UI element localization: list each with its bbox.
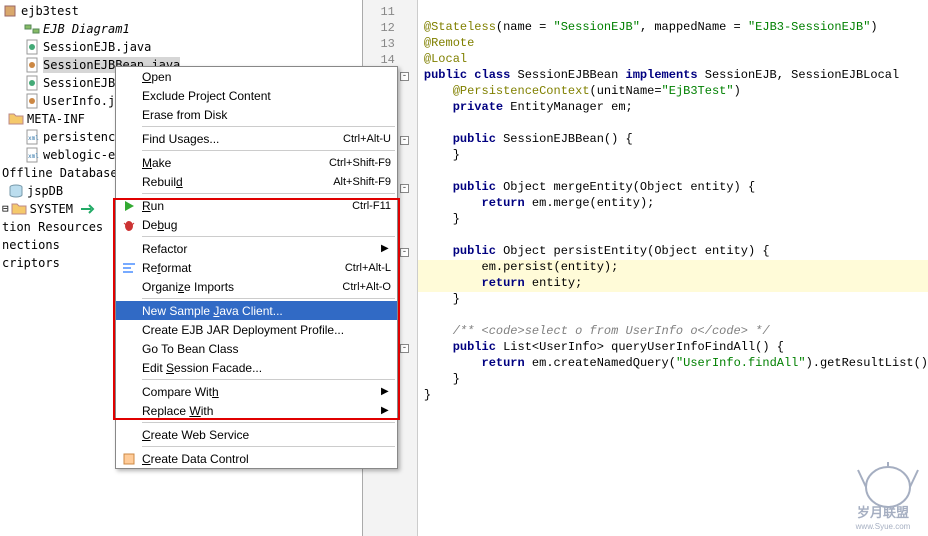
tree-label: EJB Diagram1 [43,21,130,37]
folder-open-icon [11,201,27,217]
menu-create-web-service[interactable]: Create Web Service [116,425,397,444]
tree-label: SessionEJBL [43,75,122,91]
bug-icon [118,218,140,232]
tree-label: SYSTEM [30,201,73,217]
data-control-icon [118,452,140,466]
tree-node[interactable]: SessionEJB.java [2,38,362,56]
diagram-icon [24,21,40,37]
project-tree-panel: ejb3test EJB Diagram1 SessionEJB.java Se… [0,0,363,536]
gutter-line-13[interactable]: 13 [363,36,417,52]
menu-refactor[interactable]: Refactor▶ [116,239,397,258]
folder-icon [8,111,24,127]
tree-label: SessionEJB.java [43,39,151,55]
menu-compare-with[interactable]: Compare With▶ [116,382,397,401]
menu-debug[interactable]: Debug [116,215,397,234]
db-icon [8,183,24,199]
menu-goto-bean[interactable]: Go To Bean Class [116,339,397,358]
menu-create-data-control[interactable]: Create Data Control [116,449,397,468]
menu-find-usages[interactable]: Find Usages...Ctrl+Alt-U [116,129,397,148]
java-file-icon [24,75,40,91]
java-file-icon [24,93,40,109]
tree-label: Offline Database S [2,165,132,181]
tree-label: jspDB [27,183,63,199]
menu-erase[interactable]: Erase from Disk [116,105,397,124]
tree-label: ejb3test [21,3,79,19]
java-file-icon [24,39,40,55]
reformat-icon [118,261,140,275]
tree-label: nections [2,237,60,253]
gutter-line-11[interactable]: 11 [363,4,417,20]
menu-replace-with[interactable]: Replace With▶ [116,401,397,420]
menu-exclude[interactable]: Exclude Project Content [116,86,397,105]
menu-make[interactable]: MakeCtrl+Shift-F9 [116,153,397,172]
menu-run[interactable]: RunCtrl-F11 [116,196,397,215]
run-icon [118,199,140,213]
tree-label: weblogic-ej [43,147,122,163]
tree-node[interactable]: EJB Diagram1 [2,20,362,38]
context-menu: Open Exclude Project Content Erase from … [115,66,398,469]
menu-create-ejb-jar[interactable]: Create EJB JAR Deployment Profile... [116,320,397,339]
xml-file-icon: xml [24,147,40,163]
xml-file-icon: xml [24,129,40,145]
code-area[interactable]: @Stateless(name = "SessionEJB", mappedNa… [418,0,928,536]
menu-rebuild[interactable]: RebuildAlt+Shift-F9 [116,172,397,191]
menu-open[interactable]: Open [116,67,397,86]
menu-organize-imports[interactable]: Organize ImportsCtrl+Alt-O [116,277,397,296]
cube-icon [2,3,18,19]
tree-label: META-INF [27,111,85,127]
menu-new-sample-client[interactable]: New Sample Java Client... [116,301,397,320]
java-bean-icon [24,57,40,73]
svg-text:xml: xml [28,153,39,160]
arrow-icon [79,201,95,217]
watermark: 岁月联盟 www.Syue.com [838,462,928,532]
menu-reformat[interactable]: ReformatCtrl+Alt-L [116,258,397,277]
tree-label: persistence [43,129,122,145]
gutter-line-12[interactable]: 12 [363,20,417,36]
svg-text:www.Syue.com: www.Syue.com [855,522,911,531]
tree-label: UserInfo.ja [43,93,122,109]
tree-label: tion Resources [2,219,103,235]
svg-text:xml: xml [28,135,39,142]
code-editor: 1112131415-16171819-202122-23242526-2728… [363,0,928,536]
menu-edit-session-facade[interactable]: Edit Session Facade... [116,358,397,377]
tree-node-project[interactable]: ejb3test [2,2,362,20]
svg-text:岁月联盟: 岁月联盟 [857,505,909,520]
tree-label: criptors [2,255,60,271]
